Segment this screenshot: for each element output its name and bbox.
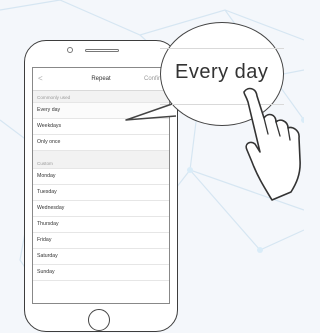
list-item-label: Wednesday xyxy=(37,205,65,211)
section-header-custom: Custom xyxy=(33,157,169,169)
navbar: < Repeat Confirm xyxy=(33,68,169,91)
list-item-tuesday[interactable]: Tuesday xyxy=(33,185,169,201)
list-item-sunday[interactable]: Sunday xyxy=(33,265,169,281)
section-header-commonly-used: Commonly used xyxy=(33,91,169,103)
list-item-label: Every day xyxy=(37,107,61,113)
phone-screen: < Repeat Confirm Commonly used Every day… xyxy=(32,67,170,304)
home-button[interactable] xyxy=(88,309,110,331)
check-icon: ✓ xyxy=(158,107,164,113)
list-item-label: Only once xyxy=(37,139,61,145)
camera-icon xyxy=(67,47,73,53)
list-item-only-once[interactable]: Only once xyxy=(33,135,169,151)
list-item-label: Thursday xyxy=(37,221,59,227)
speaker-grille xyxy=(85,49,119,52)
list-item-every-day[interactable]: Every day ✓ xyxy=(33,103,169,119)
callout-divider-top xyxy=(160,48,284,49)
list-item-friday[interactable]: Friday xyxy=(33,233,169,249)
list-item-saturday[interactable]: Saturday xyxy=(33,249,169,265)
callout-label: Every day xyxy=(175,61,269,83)
list-item-monday[interactable]: Monday xyxy=(33,169,169,185)
list-item-label: Friday xyxy=(37,237,52,243)
list-item-wednesday[interactable]: Wednesday xyxy=(33,201,169,217)
list-item-weekdays[interactable]: Weekdays xyxy=(33,119,169,135)
list-item-label: Sunday xyxy=(37,269,55,275)
list-item-label: Tuesday xyxy=(37,189,57,195)
phone-frame: < Repeat Confirm Commonly used Every day… xyxy=(24,40,178,332)
list-item-label: Weekdays xyxy=(37,123,62,129)
list-item-label: Saturday xyxy=(37,253,58,259)
callout-divider-bottom xyxy=(160,104,284,105)
list-item-label: Monday xyxy=(37,173,56,179)
list-item-thursday[interactable]: Thursday xyxy=(33,217,169,233)
